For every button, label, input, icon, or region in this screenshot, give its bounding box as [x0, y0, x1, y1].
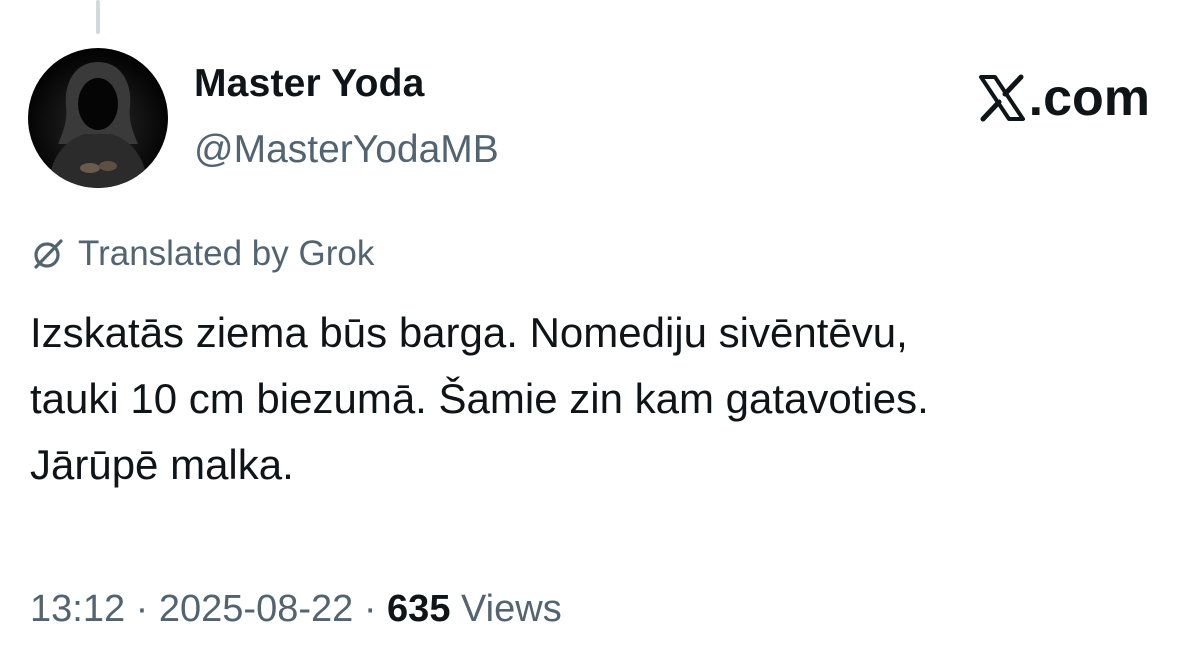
translated-label: Translated by Grok — [78, 234, 375, 273]
views-label: Views — [450, 588, 562, 630]
x-brand-watermark: .com — [977, 68, 1150, 128]
user-handle[interactable]: @MasterYodaMB — [194, 128, 499, 172]
tweet-text-line: tauki 10 cm biezumā. Šamie zin kam gatav… — [30, 375, 929, 422]
translated-by-grok[interactable]: Translated by Grok — [30, 234, 374, 274]
post-date[interactable]: 2025-08-22 — [159, 588, 353, 630]
brand-domain-text: .com — [1028, 69, 1150, 127]
avatar[interactable] — [28, 48, 168, 188]
thread-connector-line — [96, 0, 100, 34]
tweet-text: Izskatās ziema būs barga. Nomediju sivēn… — [30, 300, 1180, 498]
grok-icon — [34, 239, 63, 269]
hooded-figure-avatar — [48, 62, 148, 188]
views-count: 635 — [387, 588, 451, 630]
post-time[interactable]: 13:12 — [30, 588, 125, 630]
x-logo-icon — [978, 74, 1025, 122]
meta-separator: · — [353, 588, 388, 630]
tweet-meta: 13:12 · 2025-08-22 · 635 Views — [30, 588, 562, 631]
tweet-text-line: Izskatās ziema būs barga. Nomediju sivēn… — [30, 309, 908, 356]
tweet-text-line: Jārūpē malka. — [30, 441, 294, 488]
display-name[interactable]: Master Yoda — [194, 62, 425, 106]
meta-separator: · — [125, 588, 159, 630]
